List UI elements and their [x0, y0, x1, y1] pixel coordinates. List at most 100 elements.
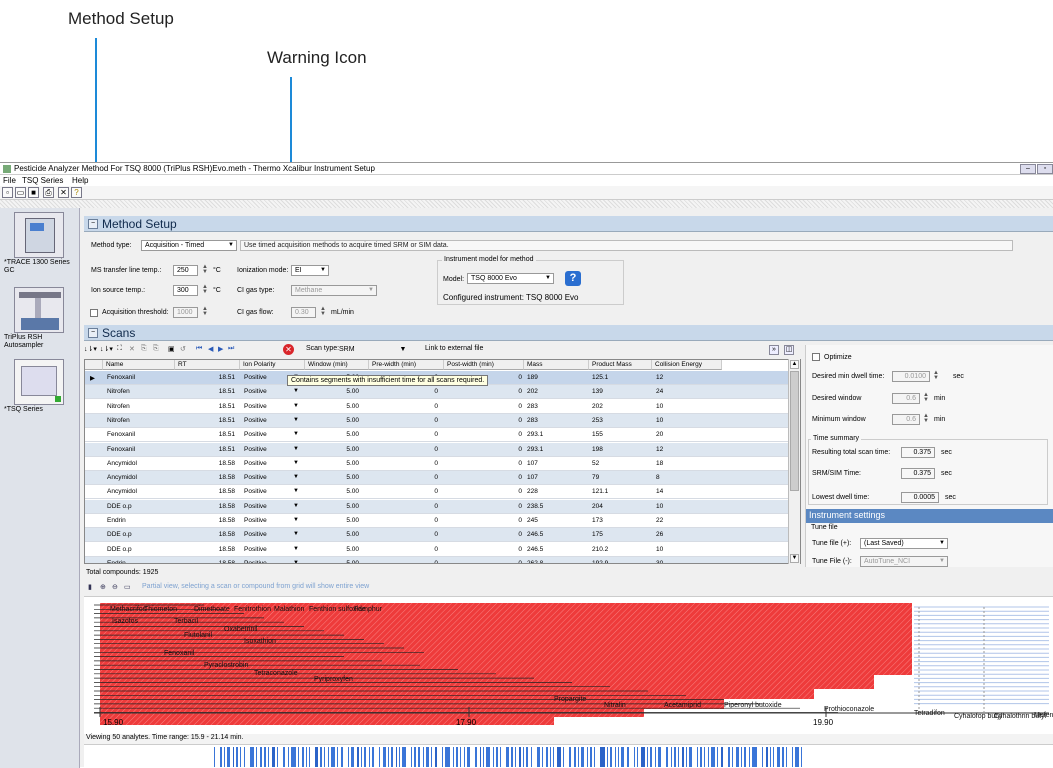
- table-cell[interactable]: 12: [656, 374, 663, 381]
- table-cell[interactable]: Positive: [244, 388, 267, 395]
- table-cell[interactable]: Positive: [244, 560, 267, 563]
- collapse-panel-icon[interactable]: ◫: [784, 345, 794, 355]
- scans-header[interactable]: − Scans: [84, 325, 1053, 341]
- zoom-in-icon[interactable]: ⊕: [100, 583, 106, 591]
- table-cell[interactable]: 5.00: [309, 474, 359, 481]
- tune-pos-select[interactable]: (Last Saved) ▼: [860, 538, 948, 549]
- column-header[interactable]: Ion Polarity: [240, 360, 305, 370]
- table-cell[interactable]: 5.00: [309, 560, 359, 563]
- table-cell[interactable]: 139: [592, 388, 603, 395]
- polarity-dropdown-icon[interactable]: ▼: [293, 531, 299, 537]
- table-cell[interactable]: Fenoxanil: [107, 431, 135, 438]
- last-record-icon[interactable]: ⏭: [228, 345, 234, 353]
- nav-item-trace-gc[interactable]: *TRACE 1300 Series GC: [4, 212, 76, 275]
- table-cell[interactable]: Positive: [244, 488, 267, 495]
- polarity-dropdown-icon[interactable]: ▼: [293, 388, 299, 394]
- table-cell[interactable]: 0: [373, 431, 438, 438]
- ci-gas-flow-spinner-icon[interactable]: ▲ ▼: [317, 306, 329, 318]
- table-cell[interactable]: 5.00: [309, 546, 359, 553]
- table-cell[interactable]: 5.00: [309, 431, 359, 438]
- table-row[interactable]: Nitrofen 18.51 Positive 5.00 0 0 283 253 10 ▼: [85, 413, 790, 428]
- polarity-dropdown-icon[interactable]: ▼: [293, 503, 299, 509]
- polarity-dropdown-icon[interactable]: ▼: [293, 488, 299, 494]
- table-cell[interactable]: 0: [373, 388, 438, 395]
- optimize-checkbox[interactable]: [812, 353, 820, 361]
- table-cell[interactable]: 5.00: [309, 488, 359, 495]
- table-cell[interactable]: Positive: [244, 431, 267, 438]
- table-cell[interactable]: 192.9: [592, 560, 608, 563]
- minimize-button[interactable]: –: [1020, 164, 1036, 174]
- table-cell[interactable]: 175: [592, 531, 603, 538]
- table-cell[interactable]: 18.51: [175, 446, 235, 453]
- table-cell[interactable]: 0: [373, 488, 438, 495]
- column-header[interactable]: Post-width (min): [444, 360, 524, 370]
- save-plot-icon[interactable]: ▮: [88, 583, 92, 591]
- table-cell[interactable]: 107: [527, 460, 538, 467]
- model-select[interactable]: TSQ 8000 Evo ▼: [467, 273, 554, 284]
- table-cell[interactable]: Positive: [244, 474, 267, 481]
- table-cell[interactable]: 198: [592, 446, 603, 453]
- table-cell[interactable]: 18.58: [175, 488, 235, 495]
- table-cell[interactable]: 5.00: [309, 417, 359, 424]
- column-header[interactable]: Window (min): [305, 360, 369, 370]
- table-cell[interactable]: DDE o.p: [107, 503, 132, 510]
- acq-threshold-field[interactable]: 1000: [173, 307, 198, 318]
- table-cell[interactable]: 293.1: [527, 446, 543, 453]
- table-cell[interactable]: 5.00: [309, 517, 359, 524]
- table-cell[interactable]: 121.1: [592, 488, 608, 495]
- table-cell[interactable]: 5.00: [309, 531, 359, 538]
- table-cell[interactable]: Positive: [244, 460, 267, 467]
- reset-view-icon[interactable]: ▭: [124, 583, 131, 591]
- table-cell[interactable]: 173: [592, 517, 603, 524]
- table-cell[interactable]: 24: [656, 388, 663, 395]
- min-dwell-spinner-icon[interactable]: ▲ ▼: [930, 370, 942, 382]
- desired-window-field[interactable]: 0.6: [892, 393, 920, 404]
- table-cell[interactable]: Ancymidol: [107, 488, 137, 495]
- table-cell[interactable]: Ancymidol: [107, 460, 137, 467]
- table-cell[interactable]: 52: [592, 460, 599, 467]
- table-cell[interactable]: 26: [656, 531, 663, 538]
- ion-source-field[interactable]: 300: [173, 285, 198, 296]
- next-record-icon[interactable]: ▶: [218, 345, 223, 353]
- column-header[interactable]: Product Mass: [589, 360, 652, 370]
- table-cell[interactable]: 0: [373, 560, 438, 563]
- polarity-dropdown-icon[interactable]: ▼: [293, 474, 299, 480]
- table-cell[interactable]: 18.51: [175, 403, 235, 410]
- column-header[interactable]: Collision Energy: [652, 360, 722, 370]
- table-cell[interactable]: 246.5: [527, 531, 543, 538]
- method-setup-header[interactable]: − Method Setup: [84, 216, 1053, 232]
- table-cell[interactable]: 5.00: [309, 403, 359, 410]
- table-cell[interactable]: Positive: [244, 403, 267, 410]
- table-cell[interactable]: 0: [373, 474, 438, 481]
- table-cell[interactable]: 12: [656, 446, 663, 453]
- menu-help[interactable]: Help: [72, 176, 88, 185]
- table-cell[interactable]: 18.51: [175, 374, 235, 381]
- table-cell[interactable]: 18.51: [175, 417, 235, 424]
- table-cell[interactable]: Positive: [244, 374, 267, 381]
- overview-strip[interactable]: [84, 744, 1053, 768]
- column-header[interactable]: Pre-width (min): [369, 360, 444, 370]
- table-cell[interactable]: 5.00: [309, 503, 359, 510]
- table-row[interactable]: Nitrofen 18.51 Positive 5.00 0 0 202 139 24 ▼: [85, 385, 790, 400]
- table-cell[interactable]: 0: [448, 488, 522, 495]
- delete-icon[interactable]: ✕: [129, 345, 135, 353]
- table-cell[interactable]: 0: [448, 388, 522, 395]
- table-cell[interactable]: 155: [592, 431, 603, 438]
- help-icon[interactable]: ?: [565, 271, 581, 286]
- polarity-dropdown-icon[interactable]: ▼: [293, 460, 299, 466]
- ms-transfer-field[interactable]: 250: [173, 265, 198, 276]
- table-cell[interactable]: 10: [656, 503, 663, 510]
- refresh-icon[interactable]: ↺: [180, 345, 186, 353]
- column-header[interactable]: Name: [103, 360, 175, 370]
- column-header[interactable]: Mass: [524, 360, 589, 370]
- table-cell[interactable]: Endrin: [107, 560, 126, 563]
- menu-tsq-series[interactable]: TSQ Series: [22, 176, 63, 185]
- table-row[interactable]: DDE o.p 18.58 Positive 5.00 0 0 238.5 204 10 ▼: [85, 499, 790, 514]
- ion-source-spinner-icon[interactable]: ▲ ▼: [199, 284, 211, 296]
- collapse-icon[interactable]: −: [88, 219, 98, 229]
- table-cell[interactable]: 18.58: [175, 546, 235, 553]
- table-cell[interactable]: Positive: [244, 546, 267, 553]
- table-cell[interactable]: 18.51: [175, 388, 235, 395]
- table-row[interactable]: Nitrofen 18.51 Positive 5.00 0 0 283 202 10 ▼: [85, 400, 790, 414]
- table-cell[interactable]: 18: [656, 460, 663, 467]
